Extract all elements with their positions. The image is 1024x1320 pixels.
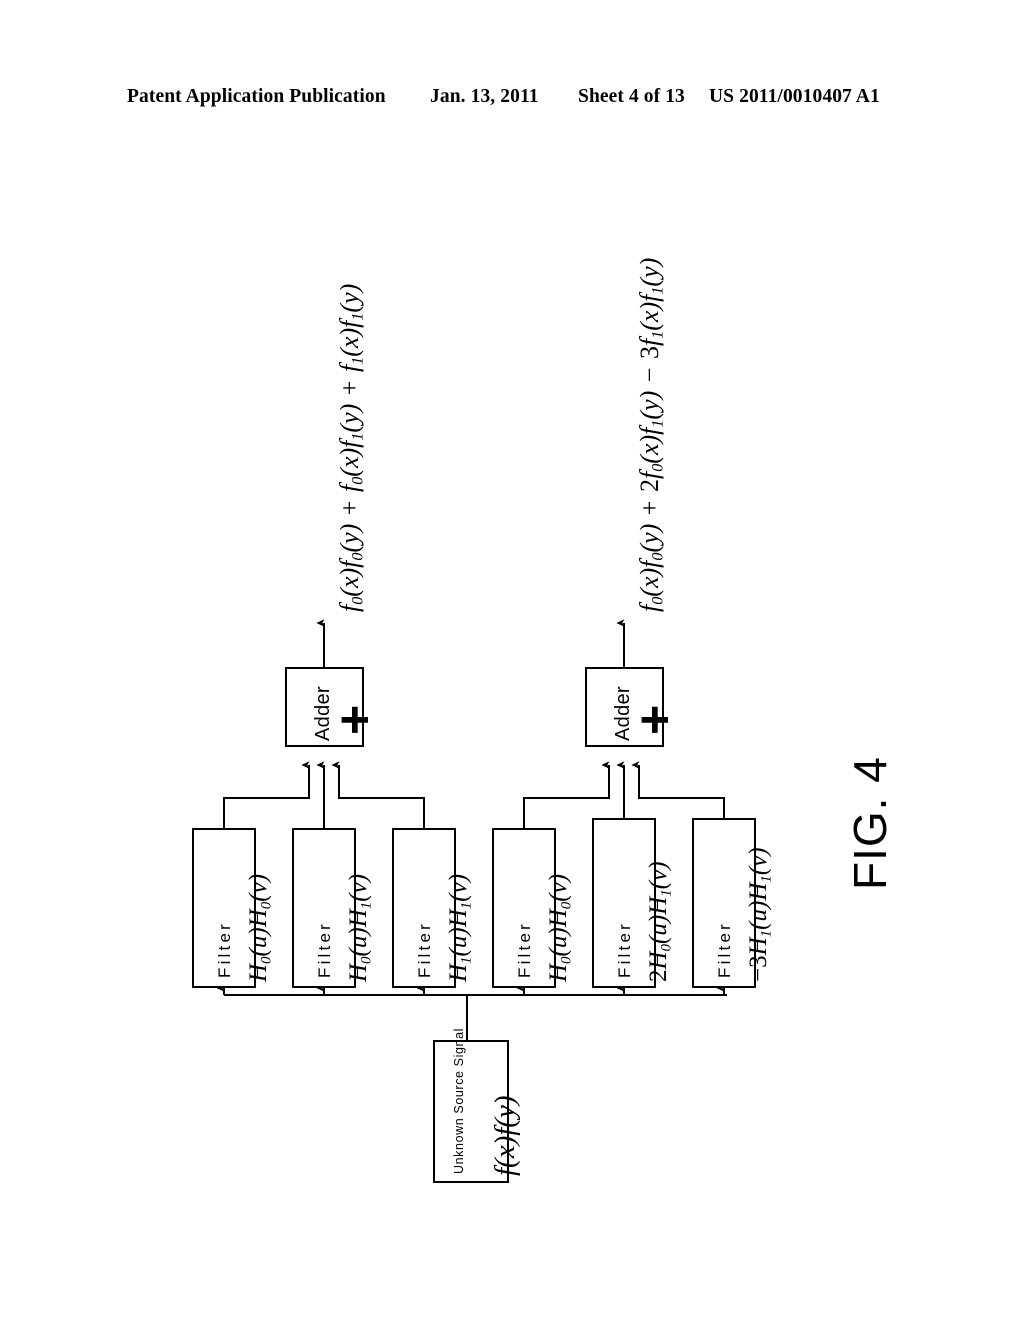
filter-2-equation: H0(u)H1(v): [345, 873, 375, 982]
filter-6-equation: −3H1(u)H1(v): [745, 847, 775, 982]
filter-1-label: Filter: [215, 921, 234, 978]
source-signal-equation: f(x)f(y): [489, 1095, 521, 1177]
filter-box-1[interactable]: Filter H0(u)H0(v): [192, 828, 275, 988]
filter-4-equation: H0(u)H0(v): [545, 873, 575, 982]
filter-box-3[interactable]: Filter H1(u)H1(v): [392, 828, 475, 988]
adder-box-1[interactable]: Adder +: [285, 667, 384, 747]
filter-box-6[interactable]: Filter −3H1(u)H1(v): [692, 818, 775, 988]
filter-2-label: Filter: [315, 921, 334, 978]
wire-filter-6-to-adder-2: [631, 761, 725, 818]
wire-filter-3-to-adder-1: [331, 761, 425, 828]
filter-5-label: Filter: [615, 921, 634, 978]
wire-filter-1-to-adder-1: [223, 761, 310, 828]
adder-box-2[interactable]: Adder +: [585, 667, 684, 747]
filter-box-4[interactable]: Filter H0(u)H0(v): [492, 828, 575, 988]
filter-box-2[interactable]: Filter H0(u)H1(v): [292, 828, 375, 988]
filter-1-equation: H0(u)H0(v): [245, 873, 275, 982]
adder-2-plus-icon: +: [626, 704, 684, 735]
output-equation-1: f0(x)f0(y) + f0(x)f1(y) + f1(x)f1(y): [335, 283, 367, 612]
filter-5-equation: 2H0(u)H1(v): [645, 861, 675, 982]
output-equation-2: f0(x)f0(y) + 2f0(x)f1(y) − 3f1(x)f1(y): [635, 257, 667, 612]
figure-label: FIG. 4: [844, 756, 896, 890]
source-signal-box[interactable]: Unknown Source Signal f(x)f(y): [433, 1028, 521, 1183]
patent-figure: f0(x)f0(y) + f0(x)f1(y) + f1(x)f1(y) f0(…: [0, 0, 1024, 1320]
source-signal-title: Unknown Source Signal: [452, 1027, 466, 1174]
adder-1-plus-icon: +: [326, 704, 384, 735]
filter-4-label: Filter: [515, 921, 534, 978]
filter-6-label: Filter: [715, 921, 734, 978]
filter-3-label: Filter: [415, 921, 434, 978]
filter-box-5[interactable]: Filter 2H0(u)H1(v): [592, 818, 675, 988]
filter-3-equation: H1(u)H1(v): [445, 873, 475, 982]
